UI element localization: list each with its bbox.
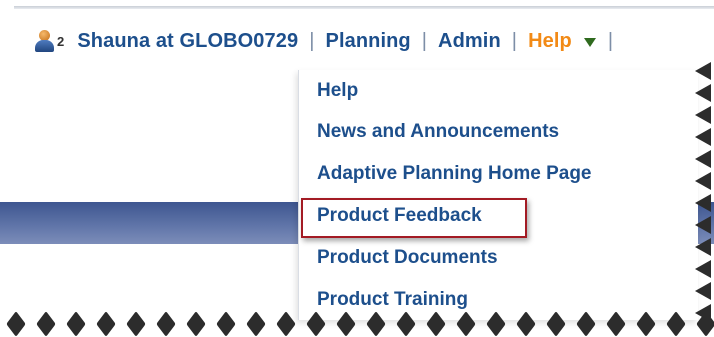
torn-edge-notch xyxy=(6,311,26,337)
help-dropdown-menu: Help News and Announcements Adaptive Pla… xyxy=(298,70,698,320)
nav-admin-link[interactable]: Admin xyxy=(438,30,501,53)
dropdown-arrow-icon[interactable] xyxy=(583,37,596,47)
torn-edge-notch xyxy=(695,150,711,168)
nav-separator: | xyxy=(309,29,315,52)
torn-edge-notch xyxy=(695,282,711,300)
torn-edge-notch xyxy=(66,311,86,337)
torn-edge-bottom xyxy=(0,310,714,337)
torn-edge-notch xyxy=(695,62,711,80)
torn-edge-notch xyxy=(546,311,566,337)
nav-help-link[interactable]: Help xyxy=(528,30,572,53)
top-divider xyxy=(14,6,714,9)
torn-edge-notch xyxy=(695,194,711,212)
torn-edge-notch xyxy=(696,311,714,337)
torn-edge-notch xyxy=(36,311,56,337)
torn-edge-notch xyxy=(606,311,626,337)
menu-item-product-training[interactable]: Product Training xyxy=(317,289,468,311)
page-banner xyxy=(0,202,298,244)
torn-edge-notch xyxy=(695,260,711,278)
torn-edge-notch xyxy=(246,311,266,337)
torn-edge-notch xyxy=(426,311,446,337)
menu-item-adaptive-planning-home-page[interactable]: Adaptive Planning Home Page xyxy=(317,163,592,185)
torn-edge-notch xyxy=(396,311,416,337)
menu-item-product-feedback[interactable]: Product Feedback xyxy=(317,205,482,227)
torn-edge-notch xyxy=(156,311,176,337)
torn-edge-notch xyxy=(695,128,711,146)
menu-item-product-documents[interactable]: Product Documents xyxy=(317,247,498,269)
torn-edge-notch xyxy=(126,311,146,337)
torn-edge-notch xyxy=(695,172,711,190)
torn-edge-notch xyxy=(636,311,656,337)
user-count: 2 xyxy=(57,33,65,49)
nav-separator: | xyxy=(607,29,614,52)
top-navigation: 2 Shauna at GLOBO0729 | Planning | Admin… xyxy=(34,27,624,55)
torn-edge-notch xyxy=(96,311,116,337)
torn-edge-notch xyxy=(695,216,711,234)
torn-edge-right xyxy=(693,62,714,322)
torn-edge-notch xyxy=(695,84,711,102)
user-account-link[interactable]: Shauna at GLOBO0729 xyxy=(77,30,298,53)
menu-item-news-and-announcements[interactable]: News and Announcements xyxy=(317,121,559,143)
nav-planning-link[interactable]: Planning xyxy=(326,30,411,53)
nav-separator: | xyxy=(511,29,518,52)
torn-edge-notch xyxy=(456,311,476,337)
torn-edge-notch xyxy=(695,238,711,256)
torn-edge-notch xyxy=(306,311,326,337)
torn-edge-notch xyxy=(186,311,206,337)
torn-edge-notch xyxy=(216,311,236,337)
nav-separator: | xyxy=(421,29,428,52)
torn-edge-notch xyxy=(516,311,536,337)
torn-edge-notch xyxy=(576,311,596,337)
torn-edge-notch xyxy=(336,311,356,337)
torn-edge-notch xyxy=(276,311,296,337)
torn-edge-notch xyxy=(366,311,386,337)
menu-item-help[interactable]: Help xyxy=(317,80,358,102)
user-icon[interactable] xyxy=(34,30,54,52)
torn-edge-notch xyxy=(666,311,686,337)
screenshot-stage: 2 Shauna at GLOBO0729 | Planning | Admin… xyxy=(0,0,714,337)
torn-edge-notch xyxy=(486,311,506,337)
torn-edge-notch xyxy=(695,106,711,124)
